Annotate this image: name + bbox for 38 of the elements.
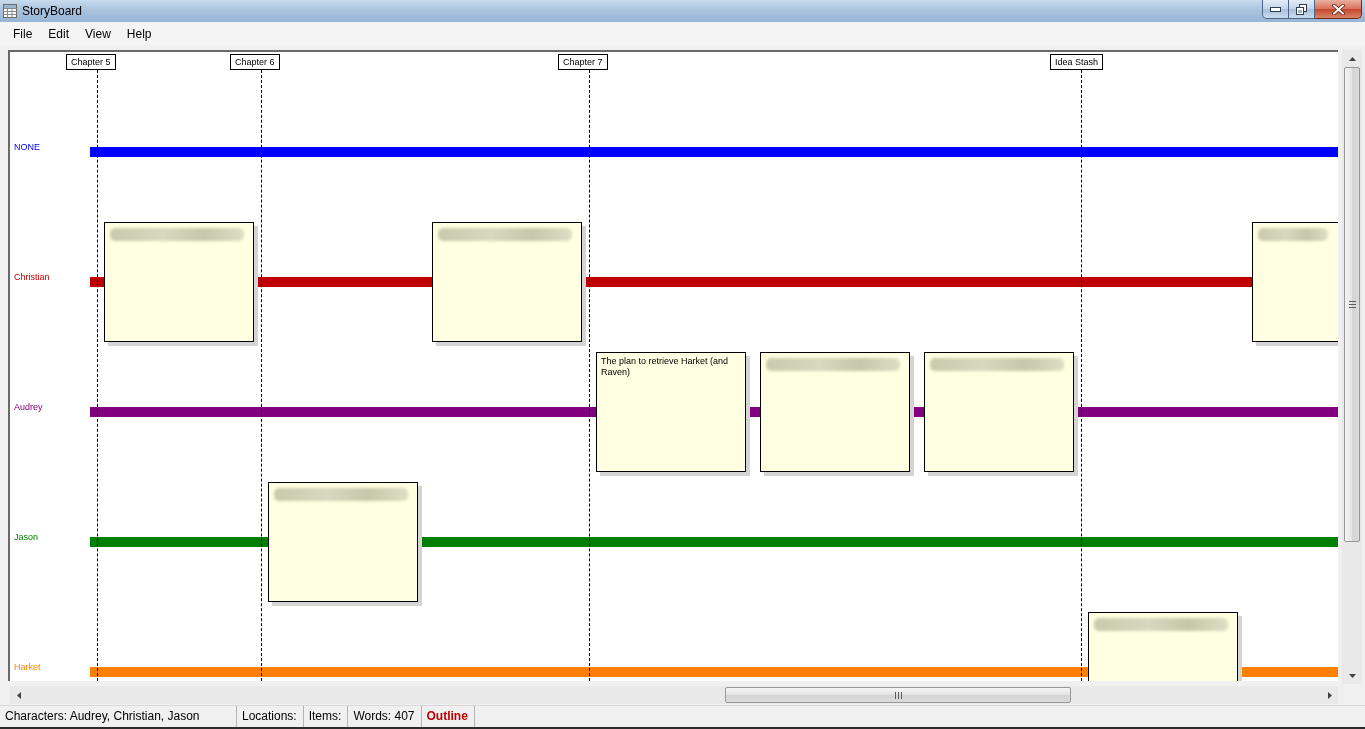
chapter-marker[interactable]: Chapter 7 xyxy=(558,54,608,70)
lane-label: Harket xyxy=(14,662,41,673)
card-text: The plan to retrieve Harket (and Raven) xyxy=(600,355,730,378)
restore-icon xyxy=(1296,3,1307,15)
right-arrow-icon xyxy=(1327,691,1332,699)
chapter-marker[interactable]: Idea Stash xyxy=(1050,54,1104,70)
vertical-scrollbar[interactable] xyxy=(1342,50,1362,684)
grid-icon xyxy=(3,4,17,18)
window-title: StoryBoard xyxy=(22,3,83,20)
minimize-button[interactable] xyxy=(1262,0,1289,19)
down-arrow-icon xyxy=(1348,673,1356,678)
blurred-text-smudge xyxy=(1258,228,1328,241)
horizontal-scrollbar[interactable] xyxy=(10,686,1338,704)
left-arrow-icon xyxy=(16,691,21,699)
status-panel: Outline xyxy=(421,706,475,727)
status-panel: Words: 407 xyxy=(348,706,422,727)
minimize-icon xyxy=(1270,6,1281,12)
status-panel: Items: xyxy=(303,706,349,727)
close-button[interactable] xyxy=(1315,0,1362,19)
close-icon xyxy=(1331,3,1345,15)
up-arrow-icon xyxy=(1348,56,1356,61)
restore-button[interactable] xyxy=(1289,0,1315,19)
menu-item[interactable]: Help xyxy=(118,23,160,44)
menu-item[interactable]: View xyxy=(77,23,119,44)
lane-label: Jason xyxy=(14,532,39,543)
scroll-thumb[interactable] xyxy=(725,687,1071,703)
menu-item[interactable]: Edit xyxy=(40,23,78,44)
chapter-marker[interactable]: Chapter 5 xyxy=(66,54,116,70)
lane-label: NONE xyxy=(14,142,40,153)
menu-item[interactable]: File xyxy=(5,23,41,44)
status-panel: Characters: Audrey, Christian, Jason xyxy=(0,706,237,727)
grip-icon xyxy=(1348,301,1356,308)
status-panel: Locations: xyxy=(237,706,304,727)
scroll-thumb[interactable] xyxy=(1344,67,1360,542)
chapter-marker[interactable]: Chapter 6 xyxy=(230,54,280,70)
grip-icon xyxy=(894,691,902,699)
lane-label: Christian xyxy=(14,272,50,283)
lane-label: Audrey xyxy=(14,402,43,413)
